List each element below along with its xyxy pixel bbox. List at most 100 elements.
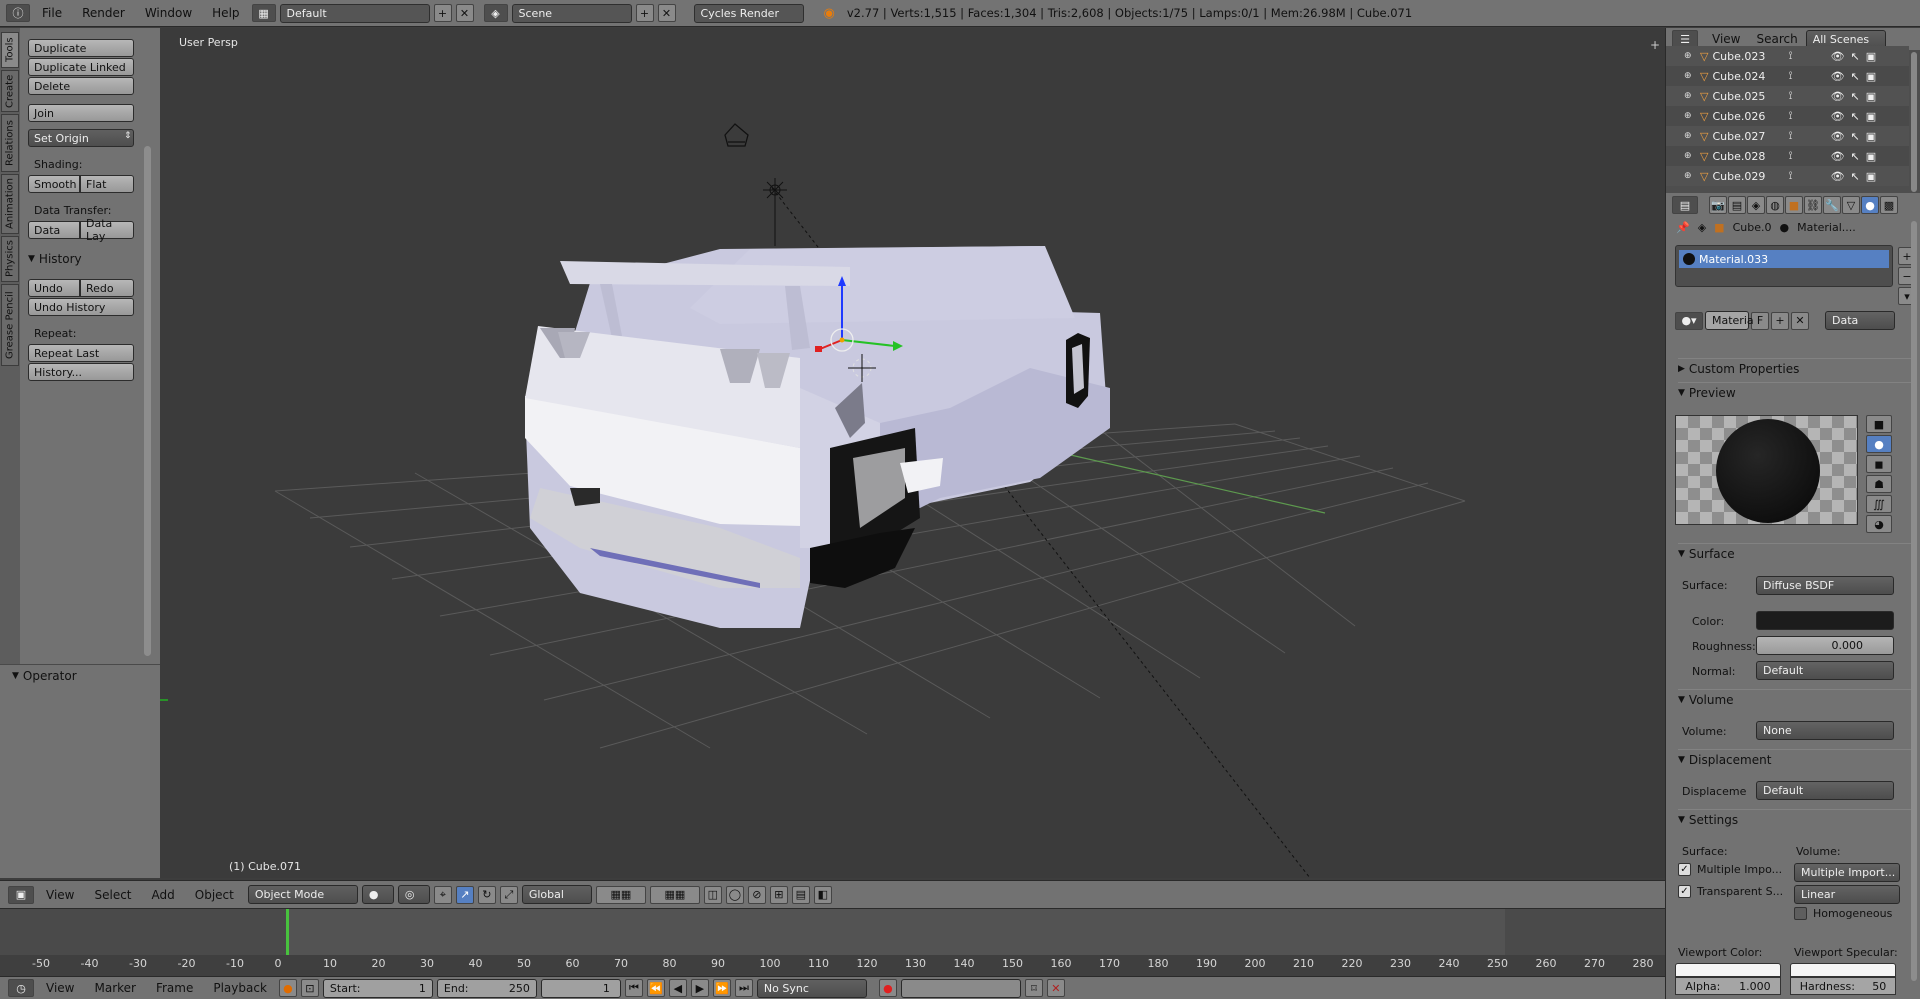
3d-viewport[interactable]: User Persp (1) Cube.071 + [160, 28, 1665, 878]
select-arrow-icon[interactable]: ↖ [1851, 130, 1860, 143]
expand-icon[interactable]: ⊕ [1684, 151, 1696, 161]
normal-select[interactable]: Default [1756, 661, 1894, 680]
start-frame-field[interactable]: Start: 1 [322, 978, 433, 998]
tl-menu-marker[interactable]: Marker [86, 981, 143, 995]
outliner-item[interactable]: ⊕ ▽ Cube.028 ⟟ 👁 ↖ ▣ [1666, 146, 1909, 166]
undo-history-button[interactable]: Undo History [28, 298, 134, 316]
select-arrow-icon[interactable]: ↖ [1851, 70, 1860, 83]
select-arrow-icon[interactable]: ↖ [1851, 110, 1860, 123]
history-ellipsis-button[interactable]: History... [28, 363, 134, 381]
orientation-select[interactable]: Global [521, 885, 592, 904]
layout-field[interactable]: Default [279, 3, 430, 23]
tab-physics[interactable]: Physics [1, 236, 19, 282]
pin-icon[interactable]: 📌 [1676, 221, 1690, 234]
render-toggle-icon[interactable]: ▣ [1866, 50, 1876, 63]
render-engine-select[interactable]: Cycles Render [693, 3, 804, 23]
flat-button[interactable]: Flat [80, 175, 134, 193]
delete-key-icon[interactable]: ✕ [1046, 979, 1065, 997]
roughness-slider[interactable]: 0.000 [1756, 636, 1894, 655]
constraints-tab-icon[interactable]: ⛓ [1804, 196, 1822, 214]
select-arrow-icon[interactable]: ↖ [1851, 150, 1860, 163]
add-material-icon[interactable]: + [1771, 311, 1789, 330]
end-frame-field[interactable]: End: 250 [436, 978, 537, 998]
material-name-field[interactable]: Materia [1705, 311, 1754, 330]
modifiers-tab-icon[interactable]: 🔧 [1823, 196, 1841, 214]
shading-select[interactable]: ● [361, 885, 394, 904]
select-arrow-icon[interactable]: ↖ [1851, 90, 1860, 103]
preview-world-icon[interactable]: ◕ [1866, 515, 1892, 533]
preview-monkey-icon[interactable]: ☗ [1866, 475, 1892, 493]
expand-icon[interactable]: ⊕ [1684, 51, 1696, 61]
auto-key-icon[interactable]: ● [278, 979, 297, 997]
visibility-icon[interactable]: 👁 [1831, 150, 1845, 163]
unlink-material-icon[interactable]: ✕ [1791, 311, 1809, 330]
fake-user-button[interactable]: F [1751, 311, 1769, 330]
visibility-icon[interactable]: 👁 [1831, 90, 1845, 103]
expand-icon[interactable]: ⊕ [1684, 131, 1696, 141]
sync-select[interactable]: No Sync [756, 978, 867, 998]
proportional-icon[interactable]: ◯ [725, 885, 744, 904]
menu-help[interactable]: Help [204, 6, 247, 20]
surface-header[interactable]: ▼ Surface [1678, 543, 1916, 563]
tab-animation[interactable]: Animation [1, 174, 19, 234]
link-select[interactable]: Data [1825, 311, 1895, 330]
render-toggle-icon[interactable]: ▣ [1866, 130, 1876, 143]
outliner-item[interactable]: ⊕ ▽ Cube.029 ⟟ 👁 ↖ ▣ [1666, 166, 1909, 186]
interpolation-select[interactable]: Linear [1794, 885, 1900, 904]
surface-shader-select[interactable]: Diffuse BSDF [1756, 576, 1894, 595]
keying-set-field[interactable] [900, 978, 1021, 998]
scale-icon[interactable]: ⤢ [499, 885, 518, 904]
expand-icon[interactable]: ⊕ [1684, 71, 1696, 81]
color-swatch[interactable] [1756, 611, 1894, 630]
viewport-color-swatch[interactable] [1675, 963, 1781, 977]
tool-shelf-scrollbar[interactable] [144, 146, 151, 656]
preview-header[interactable]: ▼ Preview [1678, 382, 1916, 402]
next-key-icon[interactable]: ⏩ [712, 979, 731, 997]
material-browse[interactable]: ●▾ Materia F + ✕ Data [1675, 311, 1895, 330]
render-icon[interactable]: ▤ [791, 885, 810, 904]
outliner-search-menu[interactable]: Search [1754, 32, 1799, 46]
join-button[interactable]: Join [28, 104, 134, 122]
scene-field[interactable]: Scene [511, 3, 632, 23]
scene-icon[interactable]: ◈ [483, 4, 508, 22]
preview-hair-icon[interactable]: ∭ [1866, 495, 1892, 513]
preview-cube-icon[interactable]: ◼ [1866, 455, 1892, 473]
screen-layout-icon[interactable]: ▦ [251, 4, 276, 22]
custom-properties-header[interactable]: ▶ Custom Properties [1678, 358, 1916, 378]
volume-header[interactable]: ▼ Volume [1678, 689, 1916, 709]
tl-menu-frame[interactable]: Frame [148, 981, 201, 995]
material-slots-list[interactable]: Material.033 [1675, 245, 1893, 287]
data-tab-icon[interactable]: ▽ [1842, 196, 1860, 214]
menu-select[interactable]: Select [86, 888, 139, 902]
viewport-specular-swatch[interactable] [1790, 963, 1896, 977]
tl-menu-view[interactable]: View [38, 981, 82, 995]
lock-range-icon[interactable]: ⊡ [300, 979, 319, 997]
menu-add[interactable]: Add [144, 888, 183, 902]
editor-type-icon[interactable]: ▣ [8, 885, 34, 904]
visibility-icon[interactable]: 👁 [1831, 50, 1845, 63]
expand-icon[interactable]: ⊕ [1684, 111, 1696, 121]
properties-editor-icon[interactable]: ▤ [1672, 196, 1698, 214]
displacement-header[interactable]: ▼ Displacement [1678, 749, 1916, 769]
outliner-item[interactable]: ⊕ ▽ Cube.026 ⟟ 👁 ↖ ▣ [1666, 106, 1909, 126]
select-arrow-icon[interactable]: ↖ [1851, 170, 1860, 183]
operator-panel-header[interactable]: ▼ Operator [12, 669, 77, 683]
translate-icon[interactable]: ↗ [455, 885, 474, 904]
material-browse-icon[interactable]: ●▾ [1675, 311, 1703, 330]
scene-tab-icon[interactable]: ◈ [1747, 196, 1765, 214]
visibility-icon[interactable]: 👁 [1831, 130, 1845, 143]
render-toggle-icon[interactable]: ▣ [1866, 70, 1876, 83]
homogeneous-checkbox[interactable]: Homogeneous [1794, 907, 1892, 920]
duplicate-button[interactable]: Duplicate [28, 39, 134, 57]
current-frame-field[interactable]: 1 [540, 978, 621, 998]
render-toggle-icon[interactable]: ▣ [1866, 150, 1876, 163]
outliner-item[interactable]: ⊕ ▽ Cube.027 ⟟ 👁 ↖ ▣ [1666, 126, 1909, 146]
tl-menu-playback[interactable]: Playback [205, 981, 275, 995]
texture-tab-icon[interactable]: ▩ [1880, 196, 1898, 214]
duplicate-linked-button[interactable]: Duplicate Linked [28, 58, 134, 76]
preview-sphere-icon[interactable]: ● [1866, 435, 1892, 453]
snap-target-icon[interactable]: ⊞ [769, 885, 788, 904]
select-arrow-icon[interactable]: ↖ [1851, 50, 1860, 63]
data-layout-button[interactable]: Data Lay [80, 217, 134, 243]
lock-camera-icon[interactable]: ◫ [703, 885, 722, 904]
